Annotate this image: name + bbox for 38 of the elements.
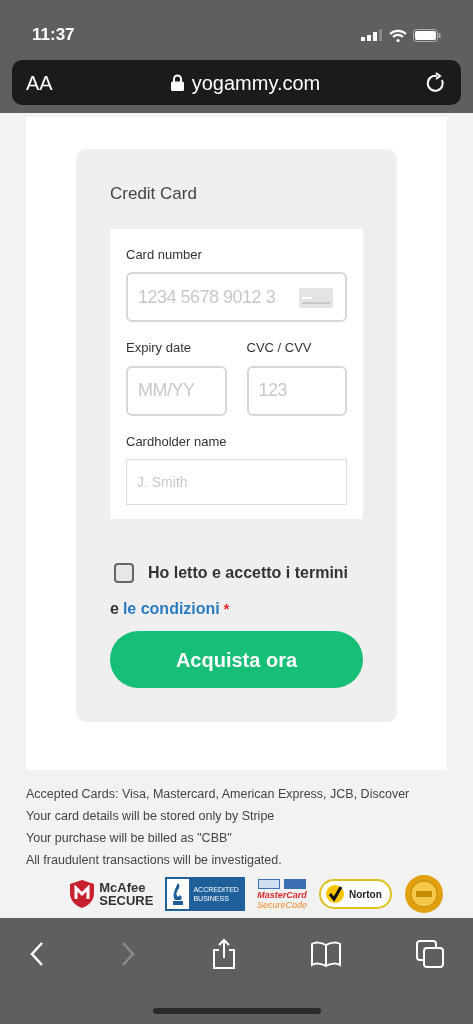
field-label: Cardholder name [126,432,228,451]
field-label: Expiry date [126,339,193,357]
badge-text: SecureCode [256,899,307,910]
info-text: All fraudulent transactions will be investigated. [26,852,283,868]
terms-text: e [110,599,119,619]
buy-now-button[interactable]: Acquista ora [110,631,363,688]
info-text: Your card details will be stored only by Stripe [26,808,276,824]
text-size-button[interactable]: AA [26,67,66,98]
address-bar[interactable]: AA yogammy.com [12,60,461,105]
required-mark: * [223,599,230,619]
seal-icon [403,874,444,914]
share-icon[interactable] [210,938,237,970]
terms-link[interactable]: le condizioni [122,597,220,621]
info-text: Your purchase will be billed as "CBB" [26,830,233,846]
url-text: yogammy.com [191,70,321,96]
info-text: Accepted Cards: Visa, Mastercard, American Express, JCB, Discover [26,786,411,802]
badge-text: SECURE [99,894,154,907]
lock-icon [170,74,184,91]
back-icon[interactable] [28,940,46,968]
wifi-icon [389,28,407,42]
field-label: Card number [126,245,203,264]
panel-title: Credit Card [110,183,198,205]
badge-text: Norton [349,887,382,902]
card-icon [257,878,280,889]
battery-icon [413,28,441,42]
card-icon [299,288,333,308]
card-icon [283,878,306,889]
tabs-icon[interactable] [415,939,445,969]
terms-checkbox[interactable] [114,563,134,583]
badge-text: MasterCard [257,889,307,900]
signal-icon [361,29,383,41]
shield-icon [69,879,96,909]
status-time: 11:37 [32,24,75,47]
book-icon[interactable] [309,940,342,968]
badge-text: McAfee [99,881,147,894]
terms-text: Ho letto e accetto i termini [148,563,349,583]
reload-icon[interactable] [425,71,447,94]
field-label: CVC / CVV [246,339,313,357]
